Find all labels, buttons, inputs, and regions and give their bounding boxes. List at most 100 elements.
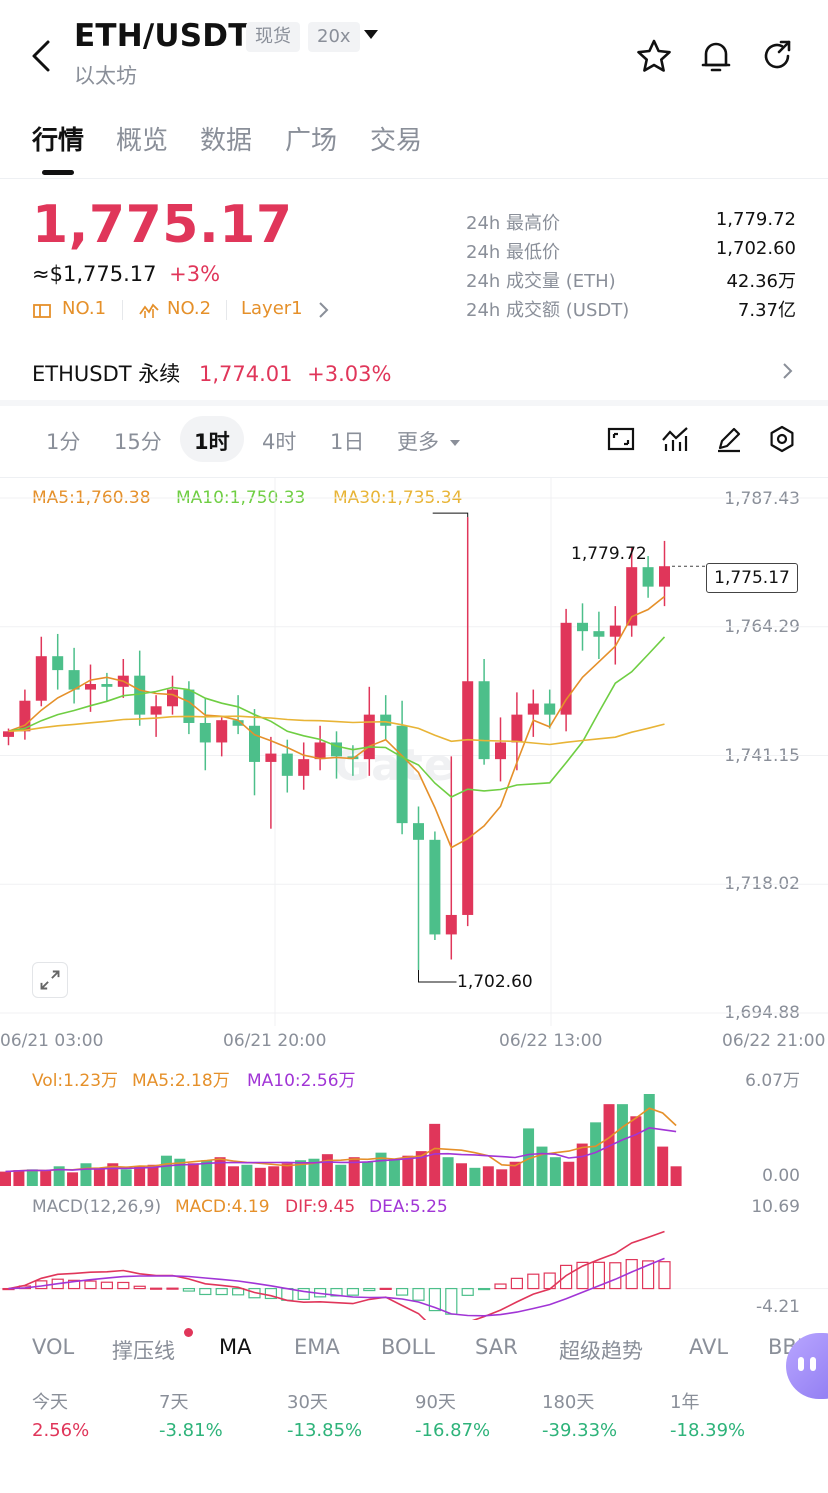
volume-bar <box>335 1164 347 1186</box>
candle <box>101 684 113 687</box>
macd-bar <box>445 1287 458 1315</box>
macd-bar <box>412 1287 425 1301</box>
time-axis-label: 06/22 21:00 <box>722 1031 826 1051</box>
indicator-avl[interactable]: AVL <box>689 1335 728 1359</box>
candle <box>527 703 539 715</box>
candle <box>380 714 392 726</box>
tab-trade[interactable]: 交易 <box>370 120 422 157</box>
assistant-eye <box>798 1357 804 1371</box>
tab-data[interactable]: 数据 <box>200 120 252 157</box>
interval-1h[interactable]: 1时 <box>194 426 230 456</box>
new-dot <box>184 1328 193 1337</box>
coin-name: 以太坊 <box>74 64 137 88</box>
volume-bar <box>442 1157 454 1186</box>
indicator-sar[interactable]: SAR <box>475 1335 518 1359</box>
perp-name: ETHUSDT 永续 <box>32 362 181 386</box>
interval-more[interactable]: 更多 <box>397 426 460 456</box>
settings-icon[interactable] <box>767 424 797 454</box>
volume-bar <box>241 1164 253 1186</box>
macd-chart <box>0 1230 828 1320</box>
interval-1m[interactable]: 1分 <box>46 426 80 456</box>
volume-bar <box>281 1163 293 1186</box>
candle <box>429 839 441 935</box>
macd-bar <box>478 1287 491 1291</box>
perf-value: -13.85% <box>287 1420 363 1441</box>
interval-1d[interactable]: 1日 <box>330 426 364 456</box>
chevron-down-icon[interactable] <box>364 30 378 39</box>
high-leader <box>432 512 469 518</box>
candle <box>445 914 457 935</box>
indicator-icon[interactable] <box>660 424 690 454</box>
category-tag[interactable]: Layer1 <box>241 298 303 319</box>
macd-bar <box>133 1285 146 1290</box>
indicator-support-resistance[interactable]: 撑压线 <box>112 1335 175 1365</box>
perp-change: +3.03% <box>307 362 392 386</box>
macd-bar <box>346 1287 359 1296</box>
share-icon[interactable] <box>760 38 796 74</box>
perf-value: 2.56% <box>32 1420 90 1441</box>
volume-bar <box>40 1170 52 1186</box>
candle <box>511 714 523 743</box>
macd-bar <box>215 1287 228 1296</box>
indicator-supertrend[interactable]: 超级趋势 <box>559 1335 643 1365</box>
candle <box>478 681 490 760</box>
macd-bar <box>150 1287 163 1290</box>
chevron-right-icon[interactable] <box>780 360 794 382</box>
vol-axis-label: 6.07万 <box>745 1071 800 1091</box>
candle <box>577 622 588 632</box>
spot-tag: 现货 <box>246 22 300 52</box>
tab-indicator <box>42 170 74 175</box>
macd-bar <box>166 1287 179 1290</box>
volume-bar <box>268 1166 280 1186</box>
candle <box>314 742 326 760</box>
volume-bar <box>321 1154 333 1186</box>
macd-bar <box>510 1277 523 1290</box>
rank-2[interactable]: NO.2 <box>167 298 211 319</box>
candlestick-chart[interactable] <box>0 478 828 1026</box>
volume-bar <box>362 1161 374 1186</box>
indicator-boll[interactable]: BOLL <box>381 1335 435 1359</box>
volume-bar <box>120 1169 132 1186</box>
low-leader <box>418 970 457 983</box>
stat-volume-value: 42.36万 <box>726 271 796 292</box>
interval-15m[interactable]: 15分 <box>114 426 162 456</box>
fullscreen-icon[interactable] <box>606 424 636 454</box>
volume-bar <box>496 1169 508 1186</box>
stat-low-label: 24h 最低价 <box>466 242 561 263</box>
back-icon[interactable] <box>28 38 58 74</box>
volume-bar <box>616 1104 628 1186</box>
volume-bar <box>388 1158 400 1186</box>
star-icon[interactable] <box>636 38 672 74</box>
stat-volume-label: 24h 成交量 (ETH) <box>466 271 616 292</box>
chevron-right-icon[interactable] <box>316 300 330 320</box>
bell-icon[interactable] <box>698 38 734 74</box>
time-axis-label: 06/22 13:00 <box>499 1031 603 1051</box>
candle <box>167 689 178 707</box>
high-annotation: 1,779.72 <box>571 544 647 564</box>
divider <box>226 300 227 320</box>
draw-icon[interactable] <box>714 424 744 454</box>
volume-bar <box>563 1161 575 1186</box>
tab-market[interactable]: 行情 <box>32 120 84 157</box>
volume-bar <box>670 1166 682 1186</box>
macd-bar <box>100 1281 114 1290</box>
perf-label: 1年 <box>670 1392 700 1413</box>
rank-1[interactable]: NO.1 <box>62 298 106 319</box>
divider <box>0 178 828 179</box>
indicator-ema[interactable]: EMA <box>294 1335 340 1359</box>
indicator-vol[interactable]: VOL <box>32 1335 74 1359</box>
pair-title[interactable]: ETH/USDT <box>74 18 250 54</box>
tab-square[interactable]: 广场 <box>285 120 337 157</box>
expand-icon[interactable] <box>32 962 68 998</box>
volume-bar <box>93 1167 105 1186</box>
volume-bar <box>26 1169 38 1186</box>
interval-4h[interactable]: 4时 <box>262 426 296 456</box>
volume-bar <box>630 1116 642 1186</box>
dif-line <box>8 1230 665 1320</box>
leverage-tag: 20x <box>308 22 360 52</box>
tab-overview[interactable]: 概览 <box>116 120 168 157</box>
indicator-ma[interactable]: MA <box>219 1335 251 1359</box>
candle <box>35 656 47 701</box>
section-gap <box>0 400 828 406</box>
perp-row[interactable]: ETHUSDT 永续 1,774.01 +3.03% <box>32 358 391 388</box>
